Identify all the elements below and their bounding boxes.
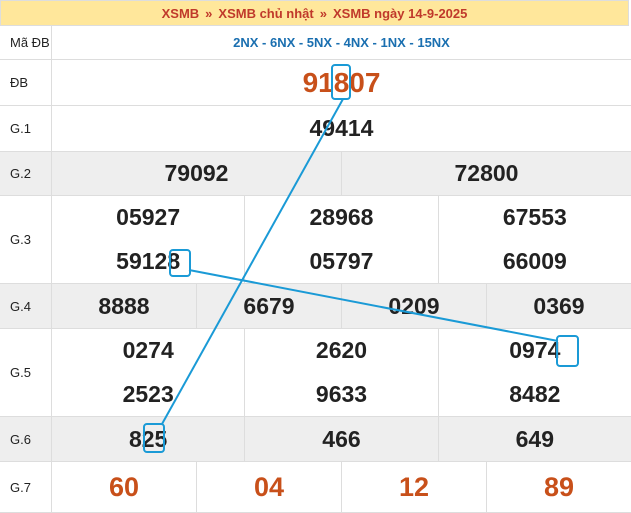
results-table: XSMB » XSMB chủ nhật » XSMB ngày 14-9-20… (0, 0, 631, 513)
prize-g3-value: 05927 (52, 196, 246, 240)
prize-db-value: 91807 (302, 66, 381, 98)
codes-label: Mã ĐB (0, 26, 52, 59)
prize-g4-value: 6679 (197, 284, 342, 328)
prize-g3-value: 05797 (245, 239, 439, 283)
prize-label: G.2 (0, 152, 52, 195)
prize-g7-value: 89 (543, 471, 575, 502)
prize-g3-value: 66009 (502, 247, 567, 274)
prize-g3-value: 67553 (502, 204, 567, 231)
crumb-xsmb[interactable]: XSMB (162, 6, 200, 21)
prize-g5-value: 2620 (245, 329, 439, 373)
prize-label: G.6 (0, 417, 52, 461)
prize-g1-value: 49414 (309, 115, 374, 141)
crumb-separator: » (319, 5, 327, 21)
row-g6: G.6 825 466 649 (0, 417, 631, 462)
prize-g3-value: 28968 (245, 196, 439, 240)
special-codes: 2NX - 6NX - 5NX - 4NX - 1NX - 15NX (233, 35, 450, 50)
row-g1: G.1 49414 (0, 106, 631, 152)
row-g2: G.2 79092 72800 (0, 152, 631, 196)
row-g4: G.4 8888 6679 0209 0369 (0, 284, 631, 329)
prize-g4-value: 0209 (342, 284, 487, 328)
prize-g7-value: 60 (52, 462, 197, 512)
prize-label: G.5 (0, 329, 52, 416)
row-db: ĐB 91807 (0, 60, 631, 106)
prize-g4-value: 8888 (52, 284, 197, 328)
prize-g6-value: 649 (515, 425, 554, 452)
crumb-separator: » (205, 5, 213, 21)
prize-label: G.1 (0, 106, 52, 151)
row-g5: G.5 0274 2620 0974 2523 9633 8482 (0, 329, 631, 417)
prize-g5-value: 0974 (509, 337, 561, 364)
row-codes: Mã ĐB 2NX - 6NX - 5NX - 4NX - 1NX - 15NX (0, 26, 631, 60)
prize-g4-value: 0369 (533, 292, 585, 319)
prize-g7-value: 04 (197, 462, 342, 512)
row-g3: G.3 05927 28968 67553 59128 05797 66009 (0, 196, 631, 284)
crumb-xsmb-sunday[interactable]: XSMB chủ nhật (218, 6, 313, 21)
prize-g6-value: 466 (245, 417, 439, 461)
prize-g6-value: 825 (52, 417, 246, 461)
row-g7: G.7 60 04 12 89 (0, 462, 631, 513)
prize-label: G.7 (0, 462, 52, 512)
prize-g5-value: 0274 (52, 329, 246, 373)
crumb-xsmb-date[interactable]: XSMB ngày 14-9-2025 (333, 6, 467, 21)
prize-g5-value: 8482 (509, 380, 561, 407)
prize-g3-value: 59128 (52, 239, 246, 283)
prize-g5-value: 2523 (52, 372, 246, 416)
prize-label: G.4 (0, 284, 52, 328)
prize-label: ĐB (0, 60, 52, 105)
prize-g2-value: 79092 (52, 152, 342, 195)
prize-label: G.3 (0, 196, 52, 283)
prize-g5-value: 9633 (245, 372, 439, 416)
prize-g2-value: 72800 (454, 160, 519, 186)
breadcrumb: XSMB » XSMB chủ nhật » XSMB ngày 14-9-20… (0, 0, 629, 26)
prize-g7-value: 12 (342, 462, 487, 512)
